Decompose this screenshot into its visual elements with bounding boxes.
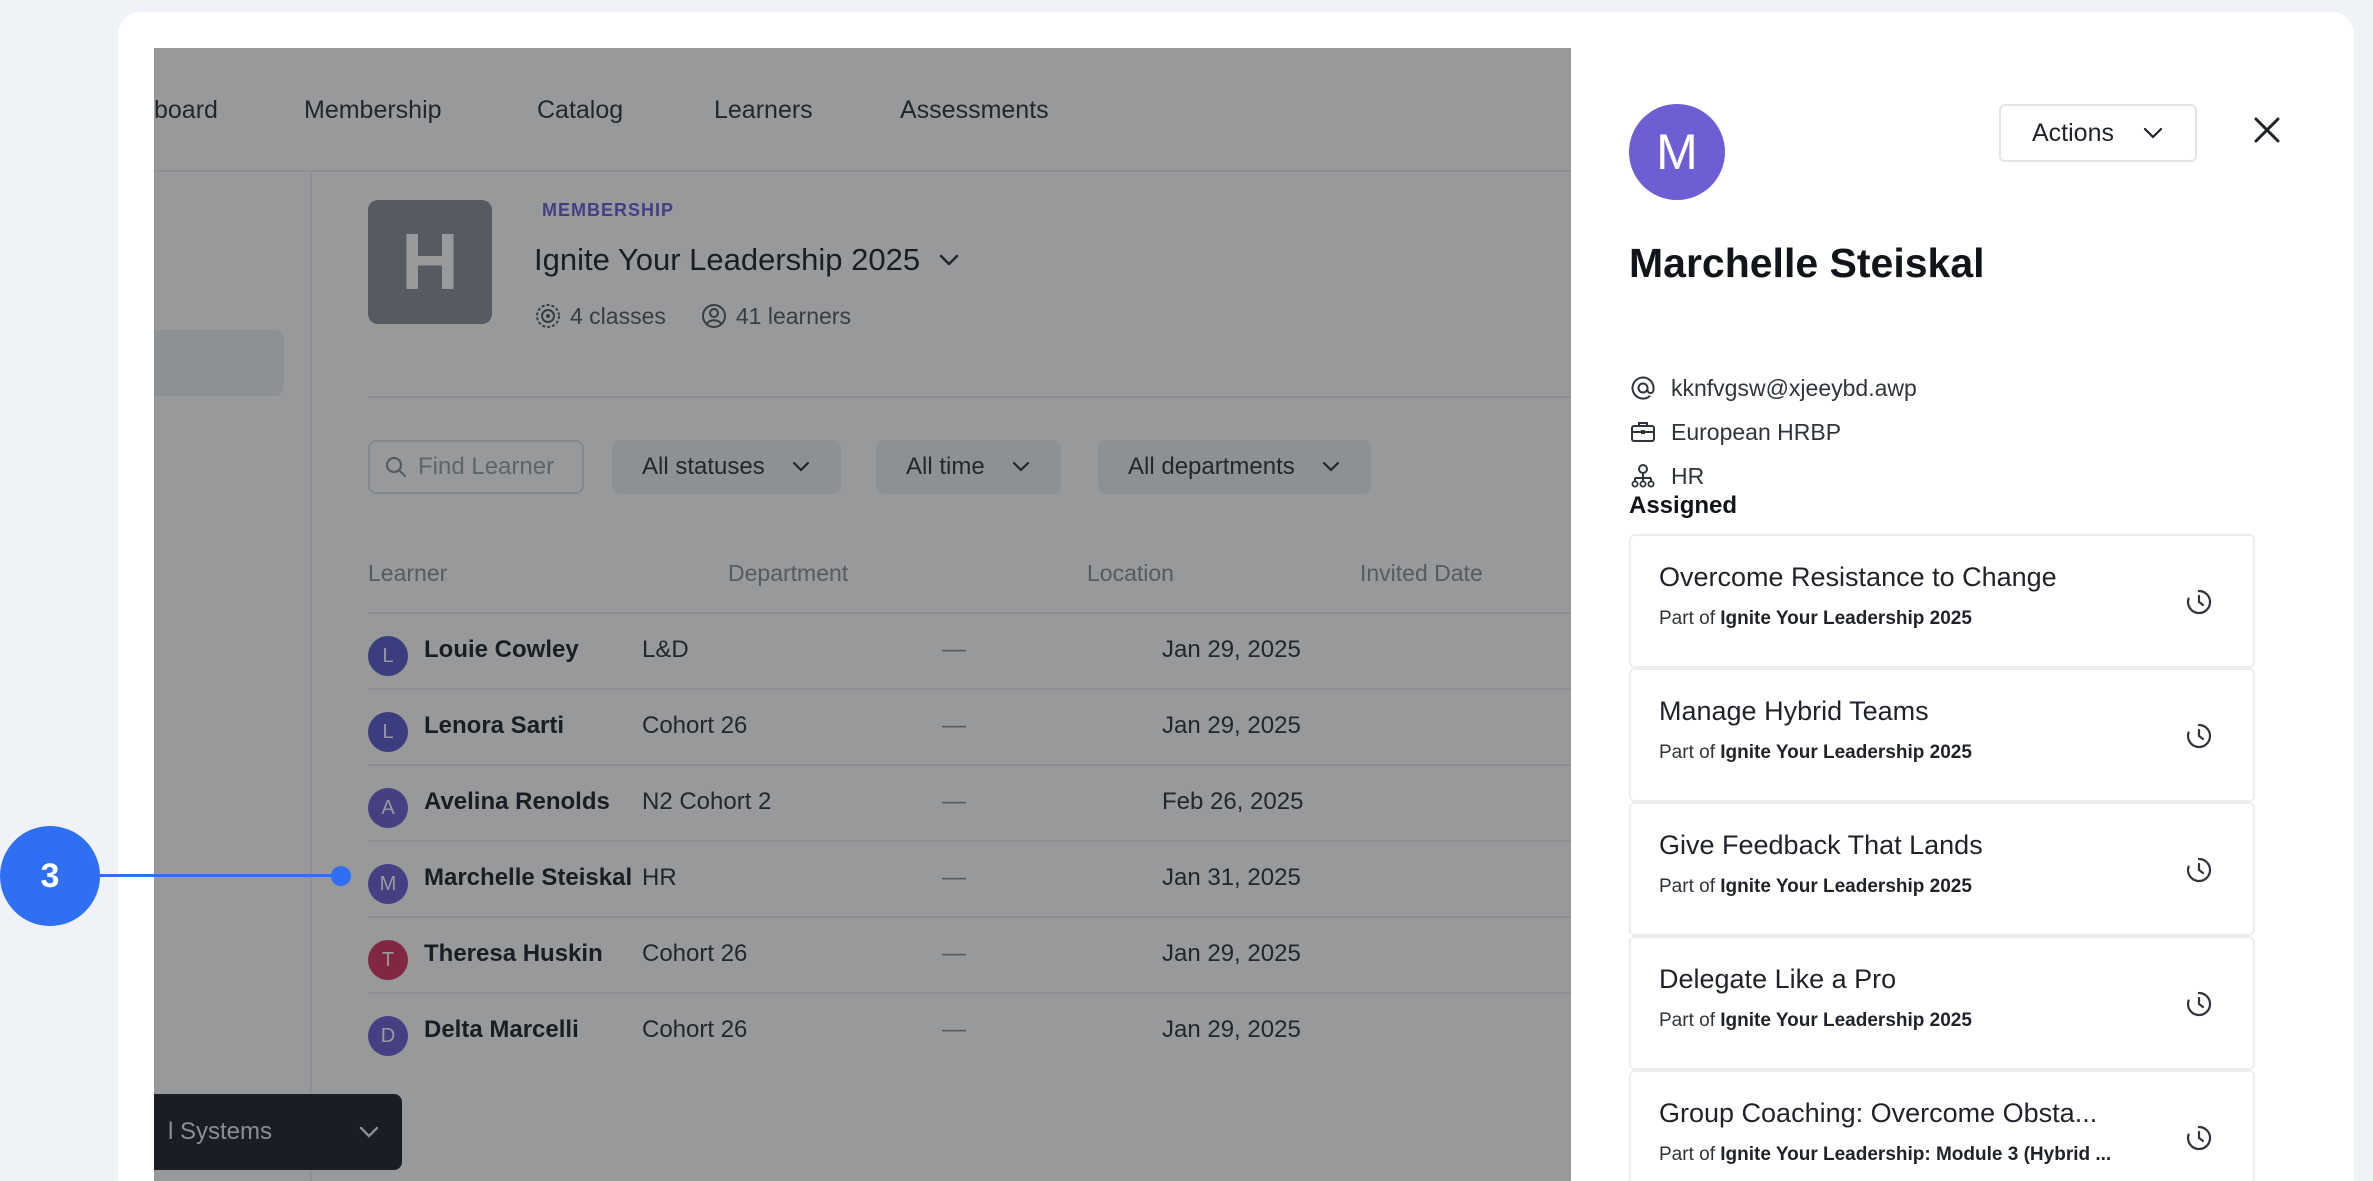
callout-target-dot — [331, 866, 351, 886]
course-title: Manage Hybrid Teams — [1659, 696, 1929, 726]
assigned-course-card[interactable]: Delegate Like a Pro Part of Ignite Your … — [1629, 936, 2255, 1070]
assigned-course-card[interactable]: Overcome Resistance to Change Part of Ig… — [1629, 534, 2255, 668]
assigned-section-title: Assigned — [1629, 492, 1738, 519]
learner-department: HR — [1671, 462, 1705, 489]
course-program: Part of Ignite Your Leadership 2025 — [1659, 742, 1972, 763]
course-program: Part of Ignite Your Leadership 2025 — [1659, 608, 1972, 629]
actions-button[interactable]: Actions — [1999, 104, 2197, 162]
course-program: Part of Ignite Your Leadership 2025 — [1659, 876, 1972, 897]
chevron-down-icon — [2143, 127, 2163, 139]
course-title: Give Feedback That Lands — [1659, 830, 1983, 860]
learner-email[interactable]: kknfvgsw@xjeeybd.awp — [1671, 375, 1917, 402]
learner-department-row: HR — [1629, 462, 1704, 490]
course-title: Group Coaching: Overcome Obsta... — [1659, 1098, 2098, 1128]
learner-avatar: M — [1629, 104, 1725, 200]
learner-detail-panel: M Actions Marchelle Steiskal kknfvgsw@xj… — [1571, 48, 2354, 1181]
at-sign-icon — [1629, 374, 1657, 402]
course-program: Part of Ignite Your Leadership: Module 3… — [1659, 1144, 2112, 1165]
close-icon — [2254, 117, 2280, 143]
actions-button-label: Actions — [2032, 118, 2114, 147]
history-icon — [2186, 1125, 2212, 1151]
course-title: Delegate Like a Pro — [1659, 964, 1897, 994]
course-title: Overcome Resistance to Change — [1659, 562, 2057, 592]
modal-backdrop[interactable] — [154, 48, 1571, 1181]
assigned-course-card[interactable]: Manage Hybrid Teams Part of Ignite Your … — [1629, 668, 2255, 802]
history-icon — [2186, 589, 2212, 615]
screen-frame: board Membership Catalog Learners Assess… — [154, 48, 2354, 1181]
assigned-course-card[interactable]: Group Coaching: Overcome Obsta... Part o… — [1629, 1070, 2255, 1181]
learners-page: board Membership Catalog Learners Assess… — [154, 48, 1571, 1181]
history-icon — [2186, 991, 2212, 1017]
callout-connector — [100, 874, 340, 877]
learner-email-row: kknfvgsw@xjeeybd.awp — [1629, 374, 1917, 402]
course-program: Part of Ignite Your Leadership 2025 — [1659, 1010, 1972, 1031]
learner-title-row: European HRBP — [1629, 418, 1841, 446]
close-panel-button[interactable] — [2245, 108, 2289, 152]
briefcase-icon — [1629, 418, 1657, 446]
learner-job-title: European HRBP — [1671, 418, 1842, 445]
assigned-course-card[interactable]: Give Feedback That Lands Part of Ignite … — [1629, 802, 2255, 936]
learner-full-name: Marchelle Steiskal — [1629, 240, 1985, 286]
step-number-badge: 3 — [0, 826, 100, 926]
org-chart-icon — [1629, 462, 1657, 490]
history-icon — [2186, 723, 2212, 749]
history-icon — [2186, 857, 2212, 883]
